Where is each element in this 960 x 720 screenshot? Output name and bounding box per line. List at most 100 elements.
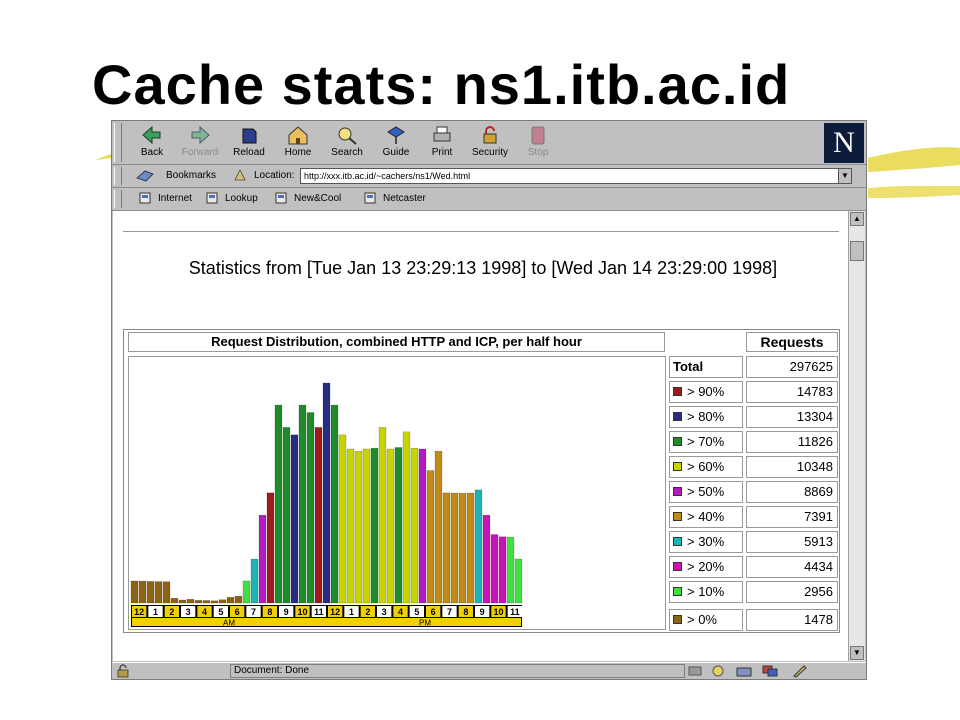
stop-button[interactable]: Stop	[515, 123, 561, 163]
legend-value: 4434	[746, 556, 838, 578]
personal-toolbar-item[interactable]: Internet	[158, 193, 192, 204]
legend-label: > 90%	[669, 381, 743, 403]
hour-tick-label: 11	[314, 607, 324, 617]
back-arrow-icon	[142, 125, 161, 145]
mailbox-component-icon[interactable]	[736, 664, 752, 678]
toolbar-grip[interactable]	[114, 123, 122, 162]
print-icon	[433, 126, 451, 142]
chart-bar	[210, 600, 219, 604]
print-button[interactable]: Print	[419, 123, 465, 163]
progress-icon	[688, 666, 702, 676]
chart-bar	[418, 448, 427, 604]
lock-icon	[483, 126, 497, 144]
chart-bar	[354, 450, 363, 604]
forward-button[interactable]: Forward	[177, 123, 223, 163]
hour-tick-label: 11	[510, 607, 520, 617]
chart-bar	[226, 597, 235, 604]
chart-bar	[474, 489, 483, 604]
chart-bar	[282, 427, 291, 604]
chart-bar	[130, 580, 139, 604]
chart-bar	[314, 427, 323, 604]
legend-text: > 30%	[687, 534, 725, 549]
hour-tick-label: 7	[447, 607, 452, 617]
discussion-component-icon[interactable]	[762, 664, 778, 678]
personal-toolbar-item[interactable]: Lookup	[225, 193, 258, 204]
chart-bar	[450, 492, 459, 604]
chart-bar	[426, 470, 435, 604]
location-toolbar: Bookmarks Location: http://xxx.itb.ac.id…	[112, 165, 866, 188]
button-label: Stop	[527, 147, 549, 158]
netscape-logo-icon[interactable]: N	[824, 123, 864, 163]
chart-title: Request Distribution, combined HTTP and …	[128, 332, 665, 352]
internet-icon[interactable]	[138, 191, 152, 205]
personal-toolbar-item[interactable]: Netcaster	[383, 193, 426, 204]
hour-tick-label: 1	[153, 607, 158, 617]
back-button[interactable]: Back	[129, 123, 175, 163]
location-url-input[interactable]: http://xxx.itb.ac.id/~cachers/ns1/Wed.ht…	[300, 168, 840, 184]
chart-bar	[402, 431, 411, 604]
legend-label: > 0%	[669, 609, 743, 631]
scroll-up-button[interactable]: ▲	[850, 212, 864, 226]
page-proxy-icon[interactable]	[233, 168, 247, 182]
netcaster-icon[interactable]	[363, 191, 377, 205]
reload-button[interactable]: Reload	[226, 123, 272, 163]
chart-bar	[490, 534, 499, 604]
scroll-thumb[interactable]	[850, 241, 864, 261]
hour-tick-label: 9	[284, 607, 289, 617]
chart-bar	[394, 447, 403, 604]
button-label: Forward	[181, 147, 219, 158]
legend-swatch	[673, 387, 682, 396]
toolbar-grip[interactable]	[114, 190, 122, 208]
bookmarks-icon[interactable]	[136, 168, 154, 182]
legend-label: > 30%	[669, 531, 743, 553]
location-dropdown-button[interactable]: ▼	[838, 168, 852, 184]
legend-label: > 10%	[669, 581, 743, 603]
hour-tick-label: 6	[235, 607, 240, 617]
home-button[interactable]: Home	[275, 123, 321, 163]
security-lock-icon[interactable]	[115, 664, 131, 678]
chart-bar	[338, 434, 347, 604]
button-label: Home	[284, 147, 312, 158]
button-label: Back	[140, 147, 164, 158]
chart-bar	[234, 595, 243, 604]
hour-tick-label: 6	[431, 607, 436, 617]
chart-bar	[378, 427, 387, 604]
scroll-down-button[interactable]: ▼	[850, 646, 864, 660]
guide-button[interactable]: Guide	[373, 123, 419, 163]
navigator-component-icon[interactable]	[710, 664, 726, 678]
chart-bar	[218, 599, 227, 604]
legend-swatch	[673, 437, 682, 446]
legend-value: 5913	[746, 531, 838, 553]
bookmarks-button[interactable]: Bookmarks	[166, 170, 216, 181]
chart-bar	[322, 382, 331, 604]
newcool-icon[interactable]	[274, 191, 288, 205]
chart-bar	[242, 580, 251, 604]
legend-swatch	[673, 412, 682, 421]
home-icon	[288, 126, 308, 145]
security-button[interactable]: Security	[467, 123, 513, 163]
legend-text: > 50%	[687, 484, 725, 499]
personal-toolbar-item[interactable]: New&Cool	[294, 193, 341, 204]
chart-bar	[250, 558, 259, 604]
chart-bar	[370, 447, 379, 604]
legend-text: > 40%	[687, 509, 725, 524]
legend-swatch	[673, 615, 682, 624]
toolbar-grip[interactable]	[114, 167, 122, 185]
legend-label: > 80%	[669, 406, 743, 428]
chart-bar	[506, 536, 515, 604]
chart-bar	[194, 600, 203, 604]
legend-text: > 70%	[687, 434, 725, 449]
legend-swatch	[673, 537, 682, 546]
chart-bar	[138, 580, 147, 604]
search-button[interactable]: Search	[324, 123, 370, 163]
chart-bar	[306, 412, 315, 604]
vertical-scrollbar[interactable]: ▲ ▼	[848, 211, 865, 661]
legend-swatch	[673, 487, 682, 496]
stop-icon	[531, 126, 545, 145]
personal-toolbar: Internet Lookup New&Cool Netcaster	[112, 188, 866, 211]
chart-bar	[298, 404, 307, 604]
chart-bar	[274, 404, 283, 604]
hour-tick-label: 12	[134, 607, 144, 617]
composer-component-icon[interactable]	[792, 664, 808, 678]
lookup-icon[interactable]	[205, 191, 219, 205]
